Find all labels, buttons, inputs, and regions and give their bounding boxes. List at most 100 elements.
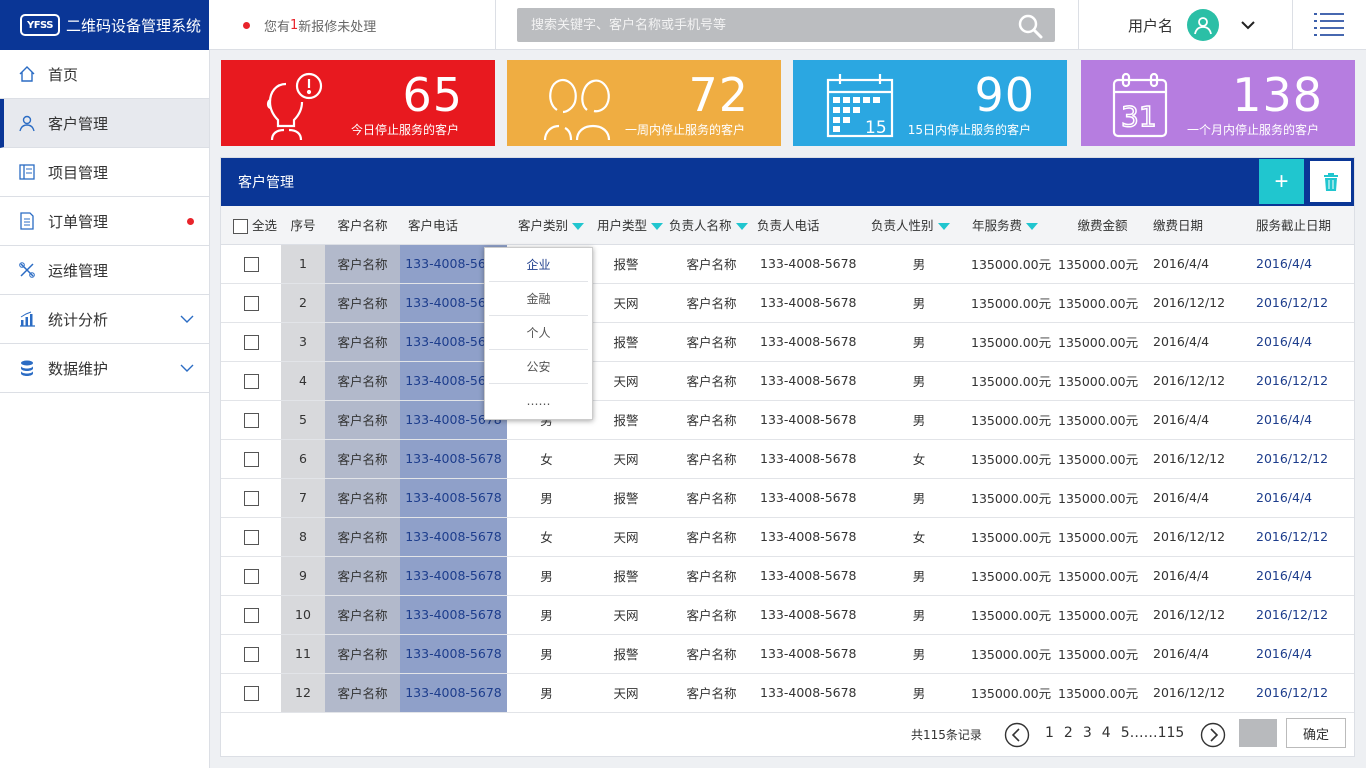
row-checkbox[interactable] [243, 256, 259, 272]
table-row[interactable]: 9 客户名称 133-4008-5678 男报警 客户名称 133-4008-5678 男 1… [221, 556, 1354, 596]
expiry-date-cell[interactable]: 2016/4/4 [1237, 478, 1354, 518]
user-menu[interactable]: 用户名 [1128, 0, 1257, 50]
table-row[interactable]: 11 客户名称 133-4008-5678 男报警 客户名称 133-4008-5678 男… [221, 634, 1354, 674]
row-checkbox[interactable] [243, 529, 259, 545]
select-all-checkbox[interactable] [233, 219, 248, 235]
expiry-date-cell[interactable]: 2016/4/4 [1237, 244, 1354, 284]
customer-phone-cell[interactable]: 133-4008-5678 [400, 517, 507, 557]
stat-card-week[interactable]: 72 一周内停止服务的客户 [507, 60, 781, 146]
select-all-header[interactable]: 全选 [221, 206, 281, 245]
row-checkbox[interactable] [243, 334, 259, 350]
search-icon[interactable] [1017, 13, 1043, 39]
dropdown-option[interactable]: 个人 [489, 316, 588, 350]
table-row[interactable]: 8 客户名称 133-4008-5678 女天网 客户名称 133-4008-5678 女 1… [221, 517, 1354, 557]
dropdown-option[interactable]: …… [489, 384, 588, 418]
chevron-down-icon[interactable] [180, 361, 194, 375]
customer-phone-cell[interactable]: 133-4008-5678 [400, 673, 507, 713]
sidebar-item-orders[interactable]: 订单管理 [0, 197, 209, 246]
annual-fee-cell: 135000.00元 [969, 361, 1056, 401]
customer-phone-cell[interactable]: 133-4008-5678 [400, 595, 507, 635]
sidebar-item-operations[interactable]: 运维管理 [0, 246, 209, 295]
row-checkbox[interactable] [243, 607, 259, 623]
customer-phone-cell[interactable]: 133-4008-5678 [400, 556, 507, 596]
expiry-date-cell[interactable]: 2016/12/12 [1237, 283, 1354, 323]
row-checkbox[interactable] [243, 490, 259, 506]
page-jump-input[interactable] [1239, 719, 1277, 747]
table-row[interactable]: 2客户名称133-4008-5678女天网客户名称133-4008-5678男1… [221, 283, 1354, 323]
dropdown-option[interactable]: 企业 [489, 248, 588, 282]
header-paid-amount: 缴费金额 [1056, 206, 1149, 245]
filter-triangle-icon[interactable] [1026, 223, 1039, 231]
sidebar-item-data[interactable]: 数据维护 [0, 344, 209, 393]
calendar-number: 31 [1121, 100, 1157, 133]
page-link[interactable]: 3 [1083, 725, 1092, 741]
row-checkbox[interactable] [243, 373, 259, 389]
dropdown-option[interactable]: 公安 [489, 350, 588, 384]
menu-icon[interactable] [1314, 12, 1344, 38]
customer-phone-cell[interactable]: 133-4008-5678 [400, 634, 507, 674]
chevron-down-icon[interactable] [180, 312, 194, 326]
header-manager-gender[interactable]: 负责人性别 [869, 206, 969, 245]
header-customer-type[interactable]: 客户类别 [507, 206, 586, 245]
expiry-date-cell[interactable]: 2016/12/12 [1237, 595, 1354, 635]
sidebar-item-home[interactable]: 首页 [0, 50, 209, 99]
customer-phone-cell[interactable]: 133-4008-5678 [400, 478, 507, 518]
customer-phone-cell[interactable]: 133-4008-5678 [400, 439, 507, 479]
expiry-date-cell[interactable]: 2016/4/4 [1237, 400, 1354, 440]
stat-card-month[interactable]: 31 138 一个月内停止服务的客户 [1081, 60, 1355, 146]
expiry-date-cell[interactable]: 2016/12/12 [1237, 439, 1354, 479]
sidebar-item-customers[interactable]: 客户管理 [0, 99, 209, 148]
row-select-cell [221, 673, 281, 713]
manager-name-cell: 客户名称 [666, 556, 757, 596]
header-label: 年服务费 [972, 218, 1023, 234]
user-icon [19, 115, 35, 132]
expiry-date-cell[interactable]: 2016/4/4 [1237, 322, 1354, 362]
expiry-date-cell[interactable]: 2016/4/4 [1237, 556, 1354, 596]
brand: YFSS 二维码设备管理系统 [0, 0, 209, 50]
filter-triangle-icon[interactable] [735, 223, 748, 231]
page-link[interactable]: 1 [1045, 725, 1054, 741]
row-checkbox[interactable] [243, 646, 259, 662]
prev-page-icon[interactable] [1004, 722, 1030, 748]
table-row[interactable]: 4客户名称133-4008-5678女天网客户名称133-4008-5678男1… [221, 361, 1354, 401]
panel-header: 客户管理 + [221, 158, 1354, 206]
row-checkbox[interactable] [243, 295, 259, 311]
dropdown-option[interactable]: 金融 [489, 282, 588, 316]
page-link[interactable]: 5……115 [1121, 725, 1185, 741]
table-row[interactable]: 6 客户名称 133-4008-5678 女天网 客户名称 133-4008-5678 女 1… [221, 439, 1354, 479]
table-row[interactable]: 3客户名称133-4008-5678男报警客户名称133-4008-5678男1… [221, 322, 1354, 362]
page-link[interactable]: 2 [1064, 725, 1073, 741]
delete-button[interactable] [1308, 159, 1353, 204]
table-row[interactable]: 7 客户名称 133-4008-5678 男报警 客户名称 133-4008-5678 男 1… [221, 478, 1354, 518]
header-user-type[interactable]: 用户类型 [586, 206, 666, 245]
expiry-date-cell[interactable]: 2016/12/12 [1237, 517, 1354, 557]
repair-notice[interactable]: 您有 1 新报修未处理 [243, 0, 376, 50]
stat-card-15days[interactable]: 15 90 15日内停止服务的客户 [793, 60, 1067, 146]
table-row[interactable]: 10 客户名称 133-4008-5678 男天网 客户名称 133-4008-5678 男… [221, 595, 1354, 635]
row-checkbox[interactable] [243, 568, 259, 584]
row-checkbox[interactable] [243, 685, 259, 701]
table-row[interactable]: 1客户名称133-4008-5678男报警客户名称133-4008-5678男1… [221, 244, 1354, 284]
stat-card-today[interactable]: 65 今日停止服务的客户 [221, 60, 495, 146]
row-checkbox[interactable] [243, 412, 259, 428]
expiry-date-cell[interactable]: 2016/4/4 [1237, 634, 1354, 674]
table-row[interactable]: 12 客户名称 133-4008-5678 男天网 客户名称 133-4008-5678 男… [221, 673, 1354, 713]
header-manager-name[interactable]: 负责人名称 [666, 206, 757, 245]
sidebar-item-statistics[interactable]: 统计分析 [0, 295, 209, 344]
chevron-down-icon[interactable] [1239, 16, 1257, 34]
search-input[interactable] [517, 8, 997, 42]
page-link[interactable]: 4 [1102, 725, 1111, 741]
confirm-button[interactable]: 确定 [1286, 718, 1346, 748]
row-checkbox[interactable] [243, 451, 259, 467]
filter-triangle-icon[interactable] [937, 223, 950, 231]
expiry-date-cell[interactable]: 2016/12/12 [1237, 673, 1354, 713]
header-annual-fee[interactable]: 年服务费 [969, 206, 1056, 245]
filter-triangle-icon[interactable] [651, 223, 664, 231]
avatar[interactable] [1187, 9, 1220, 41]
next-page-icon[interactable] [1200, 722, 1226, 748]
add-customer-button[interactable]: + [1259, 159, 1304, 204]
sidebar-item-projects[interactable]: 项目管理 [0, 148, 209, 197]
filter-triangle-icon[interactable] [572, 223, 585, 231]
expiry-date-cell[interactable]: 2016/12/12 [1237, 361, 1354, 401]
table-row[interactable]: 5 客户名称 133-4008-5678 男报警 客户名称 133-4008-5678 男 1… [221, 400, 1354, 440]
